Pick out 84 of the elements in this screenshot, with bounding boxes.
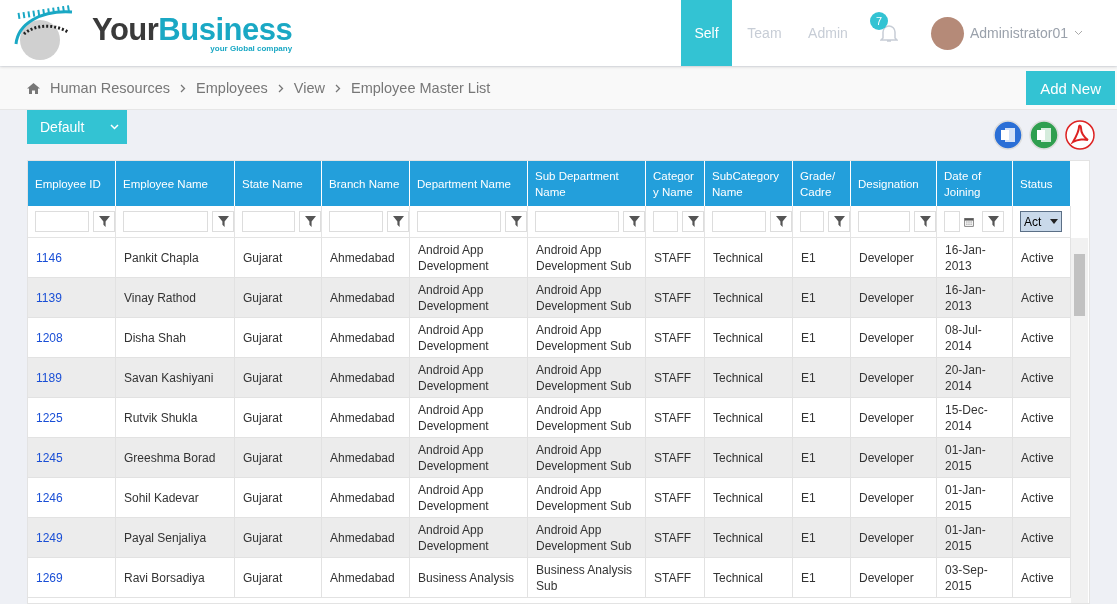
filter-field[interactable] xyxy=(242,211,295,232)
home-icon[interactable] xyxy=(27,82,40,94)
notification-badge: 7 xyxy=(869,12,888,30)
filter-field[interactable] xyxy=(35,211,89,232)
filter-icon xyxy=(510,216,522,227)
nav-tab[interactable]: Admin xyxy=(796,0,859,66)
filter-button[interactable] xyxy=(387,211,409,232)
scrollbar[interactable] xyxy=(1071,238,1088,603)
spreadsheet-icon[interactable] xyxy=(1029,120,1059,150)
table-cell: Ravi Borsadiya xyxy=(116,558,235,598)
nav-tab[interactable]: Self xyxy=(680,0,732,66)
breadcrumb-item[interactable]: Employees xyxy=(196,80,268,96)
column-header[interactable]: Department Name xyxy=(410,161,528,206)
column-header[interactable]: Branch Name xyxy=(322,161,410,206)
filter-field[interactable] xyxy=(712,211,766,232)
chevron-right-icon xyxy=(180,83,187,93)
filter-button[interactable] xyxy=(914,211,936,232)
filter-icon xyxy=(392,216,404,227)
table-cell: 03-Sep-2015 xyxy=(937,558,1013,598)
brand-tagline: your Global company xyxy=(210,43,293,53)
table-cell: E1 xyxy=(793,558,851,598)
table-cell: Business Analysis xyxy=(410,558,528,598)
column-header[interactable]: Designation xyxy=(851,161,937,206)
table-cell: Gujarat xyxy=(235,558,322,598)
add-new-button[interactable]: Add New xyxy=(1026,71,1115,105)
table-cell: STAFF xyxy=(646,558,705,598)
filter-icon xyxy=(628,216,640,227)
filter-icon xyxy=(833,216,845,227)
filter-field[interactable] xyxy=(800,211,824,232)
table-cell: Technical xyxy=(705,558,793,598)
brand-name: YourBusiness xyxy=(92,13,293,46)
status-filter-select[interactable]: Act xyxy=(1020,211,1062,232)
filter-button[interactable] xyxy=(982,211,1004,232)
breadcrumb-item: Employee Master List xyxy=(351,80,491,96)
caret-icon xyxy=(1050,219,1058,224)
breadcrumb-item[interactable]: Human Resources xyxy=(50,80,171,96)
filter-field[interactable] xyxy=(123,211,208,232)
filter-button[interactable] xyxy=(623,211,645,232)
column-header[interactable]: State Name xyxy=(235,161,322,206)
avatar[interactable] xyxy=(930,16,964,50)
view-select-button[interactable]: Default xyxy=(27,110,127,144)
filter-icon xyxy=(687,216,699,227)
filter-icon xyxy=(919,216,931,227)
employee-id-link[interactable]: 1269 xyxy=(28,558,116,598)
breadcrumb-item[interactable]: View xyxy=(293,80,325,96)
filter-button[interactable] xyxy=(212,211,234,232)
filter-button[interactable] xyxy=(505,211,527,232)
date-filter-field[interactable] xyxy=(944,211,960,232)
filter-field[interactable] xyxy=(858,211,910,232)
filter-field[interactable] xyxy=(329,211,383,232)
user-name[interactable]: Administrator01 xyxy=(969,25,1068,41)
chevron-right-icon xyxy=(277,83,284,93)
filter-button[interactable] xyxy=(828,211,850,232)
column-header[interactable]: Category Name xyxy=(646,161,705,206)
column-header[interactable]: Date of Joining xyxy=(937,161,1013,206)
table-cell: Developer xyxy=(851,558,937,598)
filter-button[interactable] xyxy=(93,211,115,232)
filter-field[interactable] xyxy=(535,211,619,232)
column-header[interactable]: Employee ID xyxy=(28,161,116,206)
column-header[interactable]: Employee Name xyxy=(116,161,235,206)
bell-icon[interactable] xyxy=(879,23,898,43)
table-cell: Business Analysis Sub xyxy=(528,558,646,598)
chevron-down-icon[interactable] xyxy=(1074,30,1083,36)
table-cell: Ahmedabad xyxy=(322,558,410,598)
filter-button[interactable] xyxy=(682,211,704,232)
filter-icon xyxy=(775,216,787,227)
column-header[interactable]: Grade/ Cadre xyxy=(793,161,851,206)
scrollbar-thumb[interactable] xyxy=(1074,254,1085,316)
filter-icon xyxy=(987,216,999,227)
filter-field[interactable] xyxy=(653,211,678,232)
chevron-right-icon xyxy=(335,83,341,93)
filter-icon xyxy=(217,216,229,227)
column-header[interactable]: SubCategory Name xyxy=(705,161,793,206)
filter-button[interactable] xyxy=(299,211,321,232)
nav-tab[interactable]: Team xyxy=(731,0,797,66)
column-header[interactable]: Status xyxy=(1013,161,1071,206)
pdf-icon[interactable] xyxy=(1065,120,1095,150)
filter-icon xyxy=(98,216,110,227)
column-header[interactable]: Sub Department Name xyxy=(528,161,646,206)
word-document-icon[interactable] xyxy=(993,120,1023,150)
filter-icon xyxy=(304,216,316,227)
filter-field[interactable] xyxy=(417,211,501,232)
chevron-down-icon xyxy=(110,124,119,130)
filter-button[interactable] xyxy=(770,211,792,232)
